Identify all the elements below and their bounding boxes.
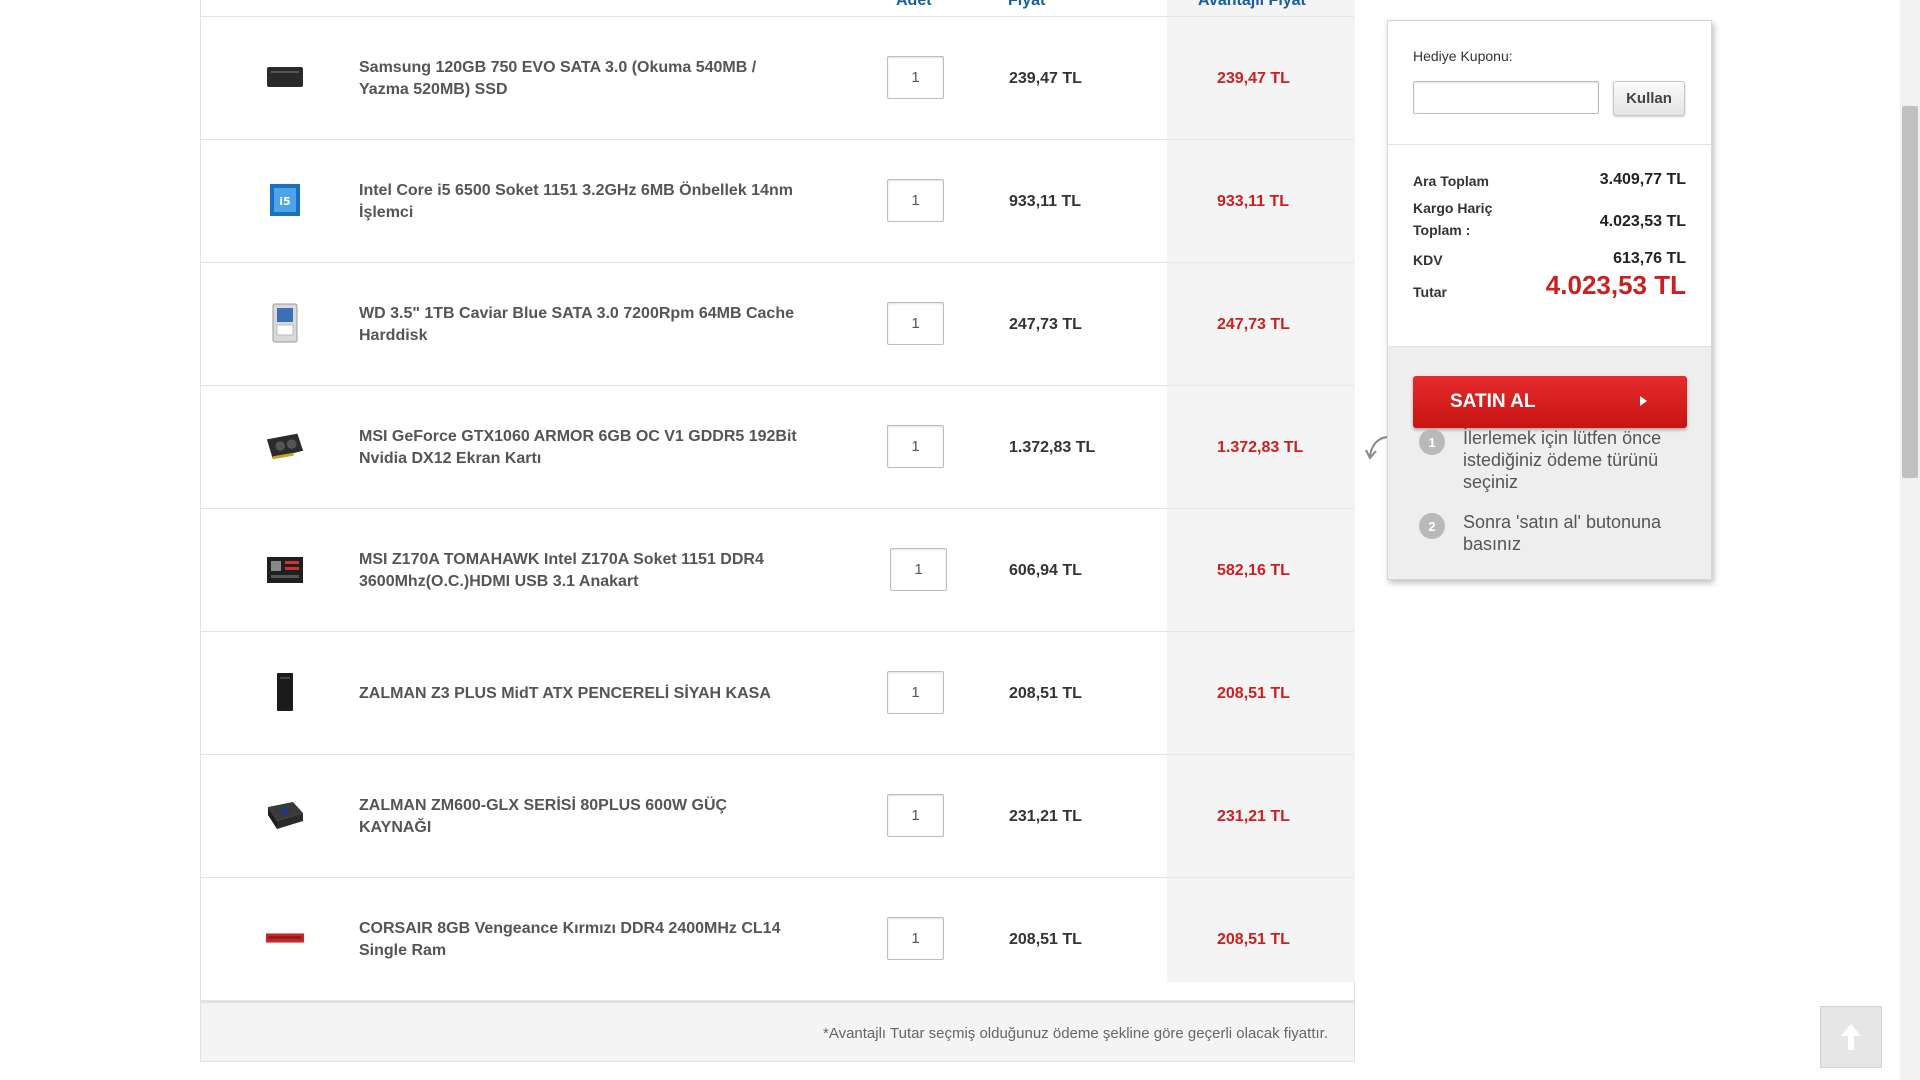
product-name[interactable]: MSI Z170A TOMAHAWK Intel Z170A Soket 115… bbox=[359, 509, 799, 632]
product-name[interactable]: Intel Core i5 6500 Soket 1151 3.2GHz 6MB… bbox=[359, 140, 799, 263]
table-row: ZALMAN Z3 PLUS MidT ATX PENCERELİ SİYAH … bbox=[201, 632, 1354, 755]
product-name[interactable]: MSI GeForce GTX1060 ARMOR 6GB OC V1 GDDR… bbox=[359, 386, 799, 509]
product-name[interactable]: WD 3.5" 1TB Caviar Blue SATA 3.0 7200Rpm… bbox=[359, 263, 799, 386]
quantity-input[interactable] bbox=[887, 425, 944, 468]
table-row: Samsung 120GB 750 EVO SATA 3.0 (Okuma 54… bbox=[201, 17, 1354, 140]
product-name[interactable]: ZALMAN ZM600-GLX SERİSİ 80PLUS 600W GÜÇ … bbox=[359, 755, 799, 878]
subtotal-label: Ara Toplam bbox=[1413, 173, 1489, 189]
ssd-icon[interactable] bbox=[265, 57, 305, 97]
advantage-price: 582,16 TL bbox=[1217, 561, 1290, 579]
pc-case-icon[interactable] bbox=[265, 672, 305, 712]
step-number: 1 bbox=[1419, 429, 1445, 455]
quantity-input[interactable] bbox=[890, 548, 947, 591]
product-price: 1.372,83 TL bbox=[1009, 438, 1096, 456]
arrow-up-icon bbox=[1841, 1024, 1861, 1050]
scrollbar-thumb[interactable] bbox=[1902, 106, 1918, 478]
product-name[interactable]: CORSAIR 8GB Vengeance Kırmızı DDR4 2400M… bbox=[359, 878, 799, 1001]
cpu-box-icon[interactable]: i5 bbox=[265, 180, 305, 220]
quantity-input[interactable] bbox=[887, 56, 944, 99]
coupon-label: Hediye Kuponu: bbox=[1413, 48, 1513, 64]
svg-text:i5: i5 bbox=[279, 195, 290, 208]
product-price: 606,94 TL bbox=[1009, 561, 1082, 579]
play-arrow-icon bbox=[1640, 396, 1647, 406]
product-price: 239,47 TL bbox=[1009, 69, 1082, 87]
step-text: İlerlemek için lütfen önce istediğiniz ö… bbox=[1463, 428, 1662, 492]
table-row: MSI GeForce GTX1060 ARMOR 6GB OC V1 GDDR… bbox=[201, 386, 1354, 509]
checkout-section: SATIN AL 1 İlerlemek için lütfen önce is… bbox=[1388, 346, 1711, 579]
quantity-input[interactable] bbox=[887, 302, 944, 345]
cart-table: Adet Fiyat Avantajlı Fiyat Samsung 120GB… bbox=[200, 0, 1355, 1062]
product-price: 208,51 TL bbox=[1009, 684, 1082, 702]
motherboard-icon[interactable] bbox=[265, 549, 305, 589]
total-label: Tutar bbox=[1413, 284, 1447, 300]
ex-shipping-total-label: Kargo Hariç Toplam : bbox=[1413, 200, 1493, 238]
product-price: 933,11 TL bbox=[1009, 192, 1082, 210]
cart-table-header: Adet Fiyat Avantajlı Fiyat bbox=[201, 0, 1354, 17]
ex-shipping-total-value: 4.023,53 TL bbox=[1599, 213, 1686, 230]
header-qty: Adet bbox=[896, 0, 932, 9]
order-totals: Ara Toplam 3.409,77 TL Kargo Hariç Topla… bbox=[1388, 145, 1711, 346]
vat-value: 613,76 TL bbox=[1613, 250, 1686, 267]
step-number: 2 bbox=[1419, 513, 1445, 539]
advantage-price: 1.372,83 TL bbox=[1217, 438, 1304, 456]
ram-stick-icon[interactable] bbox=[265, 918, 305, 958]
advantage-price: 933,11 TL bbox=[1217, 192, 1290, 210]
apply-coupon-button[interactable]: Kullan bbox=[1613, 81, 1685, 116]
product-name[interactable]: ZALMAN Z3 PLUS MidT ATX PENCERELİ SİYAH … bbox=[359, 632, 799, 755]
hard-drive-icon[interactable] bbox=[265, 303, 305, 343]
coupon-input[interactable] bbox=[1413, 81, 1599, 114]
product-name[interactable]: Samsung 120GB 750 EVO SATA 3.0 (Okuma 54… bbox=[359, 17, 799, 140]
table-row: ZALMAN ZM600-GLX SERİSİ 80PLUS 600W GÜÇ … bbox=[201, 755, 1354, 878]
quantity-input[interactable] bbox=[887, 917, 944, 960]
total-value: 4.023,53 TL bbox=[1545, 270, 1686, 300]
product-price: 231,21 TL bbox=[1009, 807, 1082, 825]
advantage-price: 208,51 TL bbox=[1217, 684, 1290, 702]
vat-label: KDV bbox=[1413, 252, 1443, 268]
back-to-top-button[interactable] bbox=[1820, 1006, 1882, 1068]
advantage-price-note: *Avantajlı Tutar seçmiş olduğunuz ödeme … bbox=[823, 1025, 1328, 1042]
cart-footer: *Avantajlı Tutar seçmiş olduğunuz ödeme … bbox=[201, 1001, 1354, 1061]
advantage-price: 231,21 TL bbox=[1217, 807, 1290, 825]
buy-button-label: SATIN AL bbox=[1450, 391, 1536, 412]
header-advantage-price: Avantajlı Fiyat bbox=[1198, 0, 1306, 9]
advantage-price: 208,51 TL bbox=[1217, 930, 1290, 948]
step-text: Sonra 'satın al' butonuna basınız bbox=[1463, 512, 1662, 554]
order-summary-panel: Hediye Kuponu: Kullan Ara Toplam 3.409,7… bbox=[1387, 20, 1712, 580]
product-price: 247,73 TL bbox=[1009, 315, 1082, 333]
table-row: WD 3.5" 1TB Caviar Blue SATA 3.0 7200Rpm… bbox=[201, 263, 1354, 386]
quantity-input[interactable] bbox=[887, 179, 944, 222]
buy-button[interactable]: SATIN AL bbox=[1413, 376, 1687, 428]
advantage-price: 239,47 TL bbox=[1217, 69, 1290, 87]
power-supply-icon[interactable] bbox=[265, 795, 305, 835]
quantity-input[interactable] bbox=[887, 671, 944, 714]
table-row: MSI Z170A TOMAHAWK Intel Z170A Soket 115… bbox=[201, 509, 1354, 632]
advantage-price: 247,73 TL bbox=[1217, 315, 1290, 333]
header-price: Fiyat bbox=[1008, 0, 1046, 9]
gift-coupon-section: Hediye Kuponu: Kullan bbox=[1388, 21, 1711, 145]
table-row: i5 Intel Core i5 6500 Soket 1151 3.2GHz … bbox=[201, 140, 1354, 263]
product-price: 208,51 TL bbox=[1009, 930, 1082, 948]
subtotal-value: 3.409,77 TL bbox=[1599, 171, 1686, 188]
quantity-input[interactable] bbox=[887, 794, 944, 837]
graphics-card-icon[interactable] bbox=[265, 426, 305, 466]
table-row: CORSAIR 8GB Vengeance Kırmızı DDR4 2400M… bbox=[201, 878, 1354, 1001]
